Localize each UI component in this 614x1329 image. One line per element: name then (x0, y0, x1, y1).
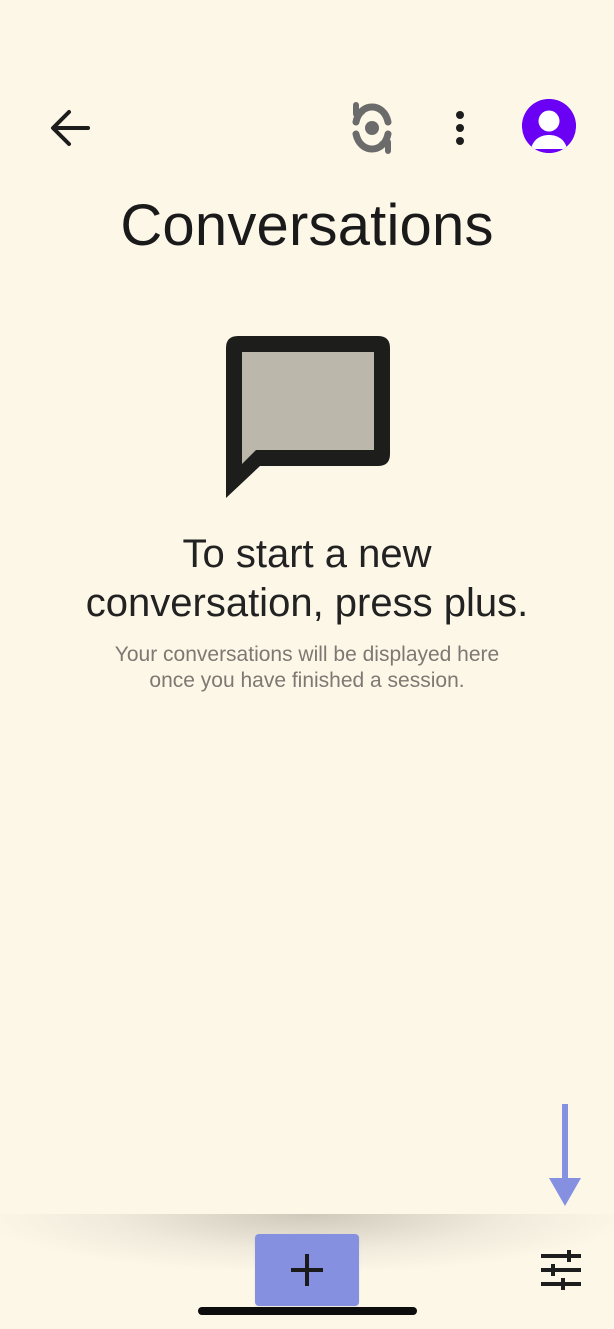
chat-bubble-icon (226, 336, 390, 498)
more-options-button[interactable] (436, 100, 484, 156)
plus-icon (291, 1254, 323, 1286)
empty-state-headline-line1: To start a new (182, 532, 432, 576)
account-avatar-button[interactable] (521, 98, 577, 154)
sync-button[interactable] (340, 96, 404, 160)
account-avatar-icon (522, 99, 576, 153)
empty-state-description-line2: once you have finished a session. (149, 669, 465, 692)
arrow-left-icon (51, 110, 90, 146)
tune-sliders-icon (541, 1250, 581, 1290)
sync-icon (352, 102, 392, 154)
filter-settings-button[interactable] (536, 1246, 586, 1294)
new-conversation-button[interactable] (255, 1234, 359, 1306)
page-title: Conversations (120, 193, 494, 258)
empty-state-description: Your conversations will be displayed her… (60, 642, 554, 694)
empty-state-description-line1: Your conversations will be displayed her… (114, 643, 500, 666)
home-indicator[interactable] (198, 1307, 417, 1315)
back-button[interactable] (40, 100, 100, 156)
empty-state-headline-line2: conversation, press plus. (85, 581, 529, 625)
more-vertical-icon (456, 111, 464, 145)
down-arrow-hint-icon (549, 1104, 581, 1206)
empty-state-headline: To start a new conversation, press plus. (40, 530, 574, 628)
top-app-bar (0, 96, 614, 160)
conversations-screen: Conversations To start a new conversatio… (0, 0, 614, 1329)
